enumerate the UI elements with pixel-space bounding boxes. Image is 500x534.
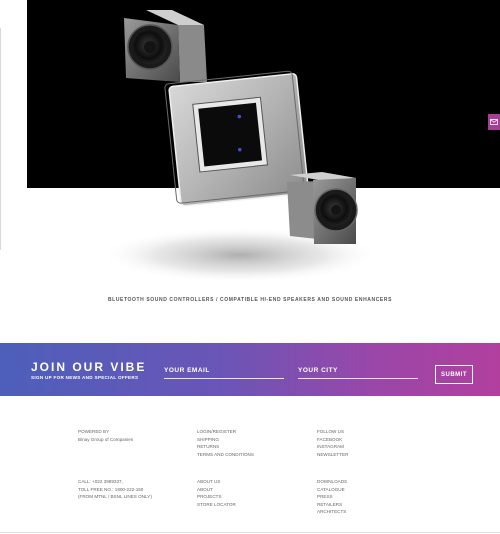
footer-link-about[interactable]: ABOUT [197,486,236,494]
footer-link-about-us[interactable]: ABOUT US [197,478,236,486]
newsletter-title: JOIN OUR VIBE [31,360,147,374]
footer-link-catalogue[interactable]: CATALOGUE [317,486,347,494]
footer-link-store-locator[interactable]: STORE LOCATOR [197,501,236,509]
footer-link-newsletter[interactable]: NEWSLETTER [317,451,348,459]
contact-note: (FROM MTNL / BSNL LINES ONLY) [78,494,152,500]
hero-product-image [100,10,380,283]
company-name: Binay Group of Companies [78,436,134,442]
footer-contact: CALL: +022 3989337, TOLL FREE NO.: 1800-… [78,478,152,501]
speaker-cube-top [124,10,207,82]
footer-link-downloads[interactable]: DOWNLOADS [317,478,347,486]
footer-link-facebook[interactable]: FACEBOOK [317,436,348,444]
controller-panel [164,70,310,207]
footer-link-architects[interactable]: ARCHITECTS [317,508,347,516]
submit-button[interactable]: SUBMIT [435,365,473,384]
footer-link-retailers[interactable]: RETAILERS [317,501,347,509]
contact-toll-free: TOLL FREE NO.: 1800-222-150 [78,486,144,492]
footer-link-projects[interactable]: PROJECTS [197,493,236,501]
envelope-icon [490,119,498,125]
product-tagline: BLUETOOTH SOUND CONTROLLERS / COMPATIBLE… [107,297,393,303]
footer-about-links: ABOUT US ABOUT PROJECTS STORE LOCATOR [197,478,236,508]
footer-link-press[interactable]: PRESS [317,493,347,501]
email-input[interactable] [164,363,284,379]
contact-mail-tab[interactable] [488,114,500,130]
footer-link-login[interactable]: LOGIN/REGISTER [197,428,254,436]
powered-by-label: POWERED BY [78,429,110,434]
speaker-cube-bottom [287,172,358,244]
footer-link-shipping[interactable]: SHIPPING [197,436,254,444]
city-input[interactable] [298,363,418,379]
footer-bottom-divider [0,532,500,533]
footer-social-links: FOLLOW US FACEBOOK INSTAGRAM NEWSLETTER [317,428,348,458]
footer-resource-links: DOWNLOADS CATALOGUE PRESS RETAILERS ARCH… [317,478,347,516]
contact-phone: CALL: +022 3989337, [78,479,123,484]
footer-powered-by: POWERED BY Binay Group of Companies [78,428,133,443]
footer-link-returns[interactable]: RETURNS [197,443,254,451]
footer-link-terms[interactable]: TERMS AND CONDITIONS [197,451,254,459]
footer-link-instagram[interactable]: INSTAGRAM [317,443,348,451]
footer-account-links: LOGIN/REGISTER SHIPPING RETURNS TERMS AN… [197,428,254,458]
footer-follow-label: FOLLOW US [317,429,345,434]
newsletter-subtitle: SIGN UP FOR NEWS AND SPECIAL OFFERS [31,375,139,380]
